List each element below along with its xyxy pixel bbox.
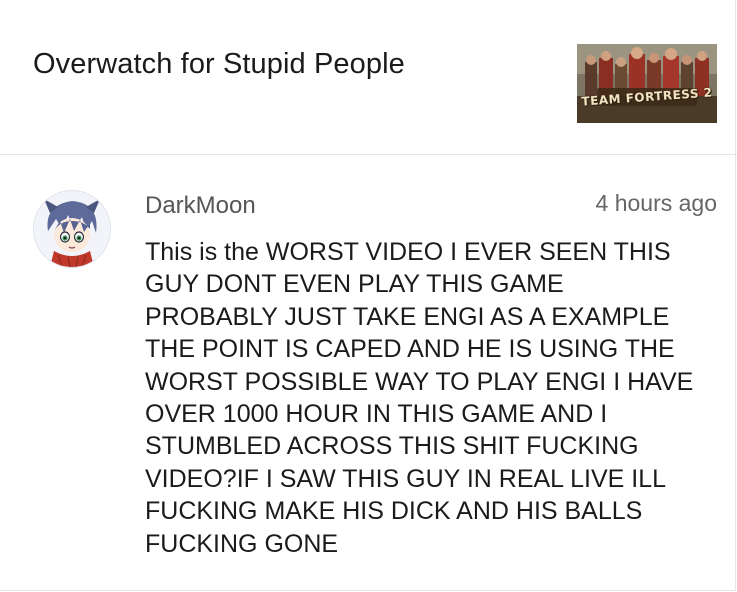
comment: DarkMoon 4 hours ago This is the WORST V… xyxy=(0,156,737,592)
anime-avatar-icon[interactable] xyxy=(33,190,111,268)
video-header: Overwatch for Stupid People TEAM FORTRES… xyxy=(0,0,737,155)
comment-timestamp: 4 hours ago xyxy=(595,190,717,216)
comment-text: This is the WORST VIDEO I EVER SEEN THIS… xyxy=(145,238,694,558)
avatar-art xyxy=(34,191,110,267)
comment-author[interactable]: DarkMoon xyxy=(145,191,256,221)
video-title[interactable]: Overwatch for Stupid People xyxy=(33,46,405,82)
thumbnail-art xyxy=(577,44,717,123)
video-thumbnail[interactable]: TEAM FORTRESS 2 xyxy=(577,44,717,123)
